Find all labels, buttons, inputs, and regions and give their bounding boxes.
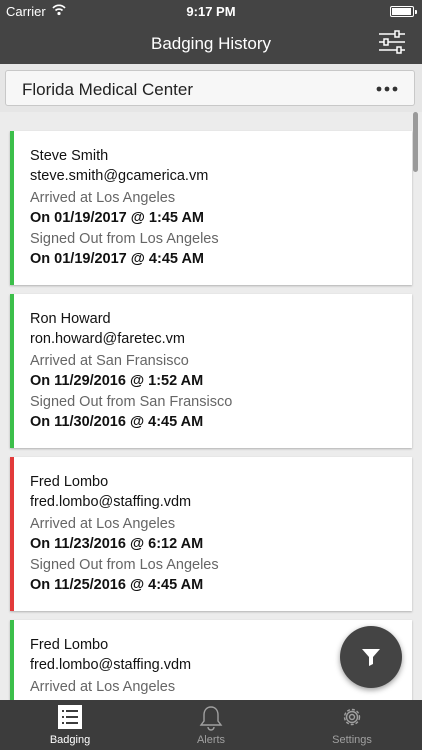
- person-email: fred.lombo@staffing.vdm: [30, 494, 192, 510]
- facility-name: Florida Medical Center: [22, 80, 194, 99]
- tab-settings[interactable]: Settings: [282, 700, 422, 750]
- arrived-label: Arrived at San Fransisco: [30, 353, 189, 369]
- status-bar: Carrier 9:17 PM: [0, 0, 422, 22]
- tab-bar: Badging Alerts Settings: [0, 700, 422, 750]
- signed-out-time: On 11/25/2016 @ 4:45 AM: [30, 577, 204, 593]
- person-name: Steve Smith: [30, 148, 109, 164]
- tab-label: Settings: [332, 734, 372, 746]
- battery-icon: [390, 6, 417, 17]
- filter-funnel-icon: [362, 649, 380, 666]
- signed-out-label: Signed Out from Los Angeles: [30, 557, 219, 573]
- tab-label: Alerts: [196, 734, 226, 746]
- clock: 9:17 PM: [186, 4, 236, 19]
- person-email: ron.howard@faretec.vm: [30, 331, 185, 347]
- badging-history-list[interactable]: Steve Smith steve.smith@gcamerica.vm Arr…: [0, 112, 422, 700]
- person-name: Fred Lombo: [30, 637, 109, 653]
- top-bar: Carrier 9:17 PM Badging History: [0, 0, 422, 64]
- tab-badging[interactable]: Badging: [0, 700, 140, 750]
- history-card[interactable]: Steve Smith steve.smith@gcamerica.vm Arr…: [10, 131, 412, 285]
- tab-label: Badging: [49, 734, 91, 746]
- signed-out-time: On 11/30/2016 @ 4:45 AM: [30, 414, 204, 430]
- page-title: Badging History: [150, 34, 271, 53]
- person-name: Ron Howard: [30, 311, 111, 327]
- signed-out-label: Signed Out from San Fransisco: [30, 394, 233, 410]
- signed-out-label: Signed Out from Los Angeles: [30, 231, 219, 247]
- bell-icon: [199, 706, 223, 731]
- gear-icon: [343, 708, 361, 726]
- scrollbar[interactable]: [413, 112, 418, 172]
- facility-selector[interactable]: Florida Medical Center: [5, 70, 415, 106]
- person-email: steve.smith@gcamerica.vm: [30, 168, 209, 184]
- arrived-label: Arrived at Los Angeles: [30, 679, 176, 695]
- more-dots-icon[interactable]: [376, 86, 398, 92]
- arrived-time: On 01/19/2017 @ 1:45 AM: [30, 210, 204, 226]
- person-name: Fred Lombo: [30, 474, 109, 490]
- list-icon: [58, 705, 82, 729]
- arrived-label: Arrived at Los Angeles: [30, 190, 176, 206]
- arrived-time: On 11/29/2016 @ 1:52 AM: [30, 373, 204, 389]
- signed-out-time: On 01/19/2017 @ 4:45 AM: [30, 251, 204, 267]
- arrived-time: On 11/23/2016 @ 6:12 AM: [30, 536, 204, 552]
- history-card[interactable]: Ron Howard ron.howard@faretec.vm Arrived…: [10, 294, 412, 448]
- arrived-label: Arrived at Los Angeles: [30, 516, 176, 532]
- person-email: fred.lombo@staffing.vdm: [30, 657, 192, 673]
- history-card[interactable]: Fred Lombo fred.lombo@staffing.vdm Arriv…: [10, 457, 412, 611]
- sliders-icon[interactable]: [378, 30, 406, 54]
- filter-button[interactable]: [340, 626, 402, 688]
- tab-alerts[interactable]: Alerts: [141, 700, 281, 750]
